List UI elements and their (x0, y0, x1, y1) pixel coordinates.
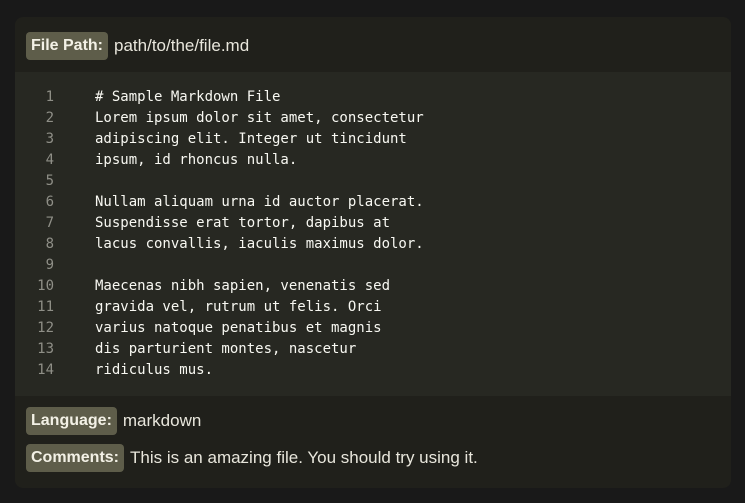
code-line: 10 Maecenas nibh sapien, venenatis sed (15, 276, 731, 297)
code-line: 8 lacus convallis, iaculis maximus dolor. (15, 234, 731, 255)
line-number: 9 (45, 257, 54, 273)
code-line: 2 Lorem ipsum dolor sit amet, consectetur (15, 108, 731, 129)
line-text: Maecenas nibh sapien, venenatis sed (95, 278, 391, 294)
code-viewer: 1 # Sample Markdown File 2 Lorem ipsum dol… (15, 72, 731, 396)
code-line: 11 gravida vel, rutrum ut felis. Orci (15, 297, 731, 318)
line-number: 14 (37, 362, 54, 378)
code-line: 13 dis parturient montes, nascetur (15, 339, 731, 360)
line-number: 13 (37, 341, 54, 357)
line-number: 12 (37, 320, 54, 336)
line-text: # Sample Markdown File (95, 89, 281, 105)
line-text: adipiscing elit. Integer ut tincidunt (95, 131, 407, 147)
language-row: Language: markdown (26, 407, 201, 435)
file-path-value: path/to/the/file.md (114, 36, 250, 55)
line-number: 5 (45, 173, 54, 189)
code-line: 6 Nullam aliquam urna id auctor placerat. (15, 192, 731, 213)
code-line: 1 # Sample Markdown File (15, 87, 731, 108)
line-number: 6 (45, 194, 54, 210)
line-number: 4 (45, 152, 54, 168)
code-line: 5 (15, 171, 731, 192)
line-text: gravida vel, rutrum ut felis. Orci (95, 299, 382, 315)
line-text: dis parturient montes, nascetur (95, 341, 357, 357)
language-value: markdown (122, 411, 202, 430)
language-label: Language: (26, 407, 117, 435)
line-number: 11 (37, 299, 54, 315)
file-card: File Path: path/to/the/file.md 1 # Sample… (15, 17, 731, 488)
code-line: 14 ridiculus mus. (15, 360, 731, 381)
line-number: 8 (45, 236, 54, 252)
line-text: ipsum, id rhoncus nulla. (95, 152, 298, 168)
line-text: ridiculus mus. (95, 362, 214, 378)
line-number: 7 (45, 215, 54, 231)
comments-row: Comments: This is an amazing file. You s… (26, 444, 478, 472)
line-text: Suspendisse erat tortor, dapibus at (95, 215, 391, 231)
comments-value: This is an amazing file. You should try … (130, 448, 478, 467)
line-text: lacus convallis, iaculis maximus dolor. (95, 236, 424, 252)
code-line: 4 ipsum, id rhoncus nulla. (15, 150, 731, 171)
file-path-row: File Path: path/to/the/file.md (26, 32, 249, 60)
code-line: 7 Suspendisse erat tortor, dapibus at (15, 213, 731, 234)
file-path-label: File Path: (26, 32, 109, 60)
line-text: varius natoque penatibus et magnis (95, 320, 382, 336)
code-line: 9 (15, 255, 731, 276)
code-line: 12 varius natoque penatibus et magnis (15, 318, 731, 339)
line-number: 2 (45, 110, 54, 126)
line-number: 3 (45, 131, 54, 147)
line-number: 10 (37, 278, 54, 294)
comments-label: Comments: (26, 444, 125, 472)
line-text: Lorem ipsum dolor sit amet, consectetur (95, 110, 424, 126)
line-number: 1 (45, 89, 54, 105)
line-text: Nullam aliquam urna id auctor placerat. (95, 194, 424, 210)
code-line: 3 adipiscing elit. Integer ut tincidunt (15, 129, 731, 150)
